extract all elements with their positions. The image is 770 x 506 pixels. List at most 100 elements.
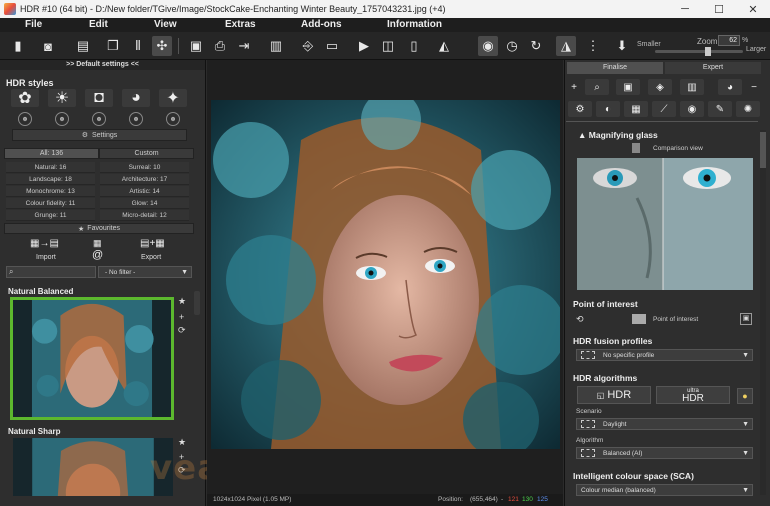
category-surreal[interactable]: Surreal: 10 [100,162,189,173]
default-settings-header[interactable]: >> Default settings << [0,60,205,70]
minimize-button[interactable]: ─ [668,0,702,18]
style-sparkle-icon[interactable]: ✦ [159,89,187,107]
category-monochrome[interactable]: Monochrome: 13 [6,186,95,197]
hdr-button[interactable]: ◱ HDR [577,386,651,404]
zoom-slider[interactable] [655,47,743,56]
image-canvas[interactable] [207,60,563,506]
menu-file[interactable]: File [25,19,42,30]
crop-icon[interactable]: ▥ [680,79,704,95]
play-icon[interactable]: ▶ [354,36,374,56]
redo-icon[interactable]: ↻ [526,36,546,56]
style-natural-icon[interactable]: ✿ [11,89,39,107]
style-sun-icon[interactable]: ☀ [48,89,76,107]
hue-icon[interactable]: ◉ [680,101,704,117]
magnifying-glass-title[interactable]: ▲ Magnifying glass [578,130,658,140]
user-icon[interactable]: ☻ [166,112,180,126]
batch-icon[interactable]: ▥ [266,36,286,56]
zoom-input[interactable]: 62 [718,35,740,46]
contrast-icon[interactable]: ◐ [596,101,620,117]
fusion-profile-dropdown[interactable]: No specific profile ▼ [576,349,753,361]
export-icon[interactable]: ▤+▦ [140,238,165,249]
maximize-button[interactable]: ☐ [702,0,736,18]
scenario-dropdown[interactable]: Daylight ▼ [576,418,753,430]
remove-icon[interactable]: − [748,79,760,95]
style-palette-icon[interactable]: ◕ [122,89,150,107]
import-label[interactable]: Import [36,254,56,261]
category-architecture[interactable]: Architecture: 17 [100,174,189,185]
favourite-star-icon[interactable]: ★ [178,437,186,448]
open-icon[interactable]: ◙ [38,36,58,56]
favourite-star-icon[interactable]: ★ [178,296,186,307]
at-icon[interactable]: @ [92,249,103,261]
favourites-button[interactable]: ★ Favourites [4,223,194,234]
pen-icon[interactable]: ✎ [708,101,732,117]
main-image[interactable] [211,100,560,449]
eye-icon[interactable]: ◉ [478,36,498,56]
export-label[interactable]: Export [141,254,161,261]
poi-checkbox[interactable] [632,314,646,324]
category-landscape[interactable]: Landscape: 18 [6,174,95,185]
print-icon[interactable]: ⎙ [210,36,230,56]
algorithm-dropdown[interactable]: Balanced (AI) ▼ [576,447,753,459]
filter-dropdown[interactable]: - No filter - ▼ [98,266,192,278]
mirror-icon[interactable]: ◮ [556,36,576,56]
settings-button[interactable]: ⚙ Settings [12,129,187,141]
menu-view[interactable]: View [154,19,177,30]
preset-thumbnail[interactable] [13,438,173,496]
slideshow-icon[interactable]: ▭ [322,36,342,56]
settings-icon[interactable]: ⚙ [568,101,592,117]
preset-thumbnail-selected[interactable] [10,297,174,420]
clock-icon[interactable]: ◷ [502,36,522,56]
tab-all[interactable]: All: 136 [4,148,99,159]
category-grunge[interactable]: Grunge: 11 [6,210,95,221]
layers-icon[interactable]: ❐ [103,36,123,56]
hdr-tool-icon[interactable]: ✣ [152,36,172,56]
layers-icon[interactable]: ◈ [648,79,672,95]
zoom-slider-handle[interactable] [705,47,711,56]
menu-information[interactable]: Information [387,19,442,30]
publish-icon[interactable]: ⎆ [298,36,318,56]
search-field[interactable]: ⌕ [6,266,96,278]
right-scrollbar-track[interactable] [760,130,766,495]
refresh-icon[interactable]: ⟲ [576,314,584,325]
color-wheel-icon[interactable]: ◕ [718,79,742,95]
comparison-toggle[interactable] [632,143,640,153]
document-icon[interactable]: ▤ [73,36,93,56]
menu-edit[interactable]: Edit [89,19,108,30]
noise-icon[interactable]: ▦ [624,101,648,117]
user-icon[interactable]: ☻ [129,112,143,126]
refresh-icon[interactable]: ⟳ [178,325,186,336]
add-icon[interactable]: + [568,79,580,95]
split-icon[interactable]: ▯ [404,36,424,56]
magnifier-preview[interactable] [577,158,753,290]
save-icon[interactable]: ▣ [186,36,206,56]
ultra-hdr-button[interactable]: ultra HDR [656,386,730,404]
zoom-fit-icon[interactable]: ⬇ [612,36,632,56]
menu-addons[interactable]: Add-ons [301,19,342,30]
right-scrollbar-thumb[interactable] [760,132,766,168]
category-artistic[interactable]: Artistic: 14 [100,186,189,197]
category-natural[interactable]: Natural: 16 [6,162,95,173]
import-icon[interactable]: ▦→▤ [30,238,59,249]
adjust-icon[interactable]: ⫴ [128,36,148,56]
style-camera-icon[interactable]: ◘ [85,89,113,107]
poi-settings-icon[interactable]: ▣ [740,313,752,325]
tab-expert[interactable]: Expert [665,62,761,74]
brush-icon[interactable]: ⟋ [652,101,676,117]
compare-icon[interactable]: ◫ [378,36,398,56]
new-document-icon[interactable]: ▮ [8,36,28,56]
email-icon[interactable]: ▦ [93,238,102,249]
category-micro-detail[interactable]: Micro-detail: 12 [100,210,189,221]
category-glow[interactable]: Glow: 14 [100,198,189,209]
magnifier-icon[interactable]: ⌕ [585,79,609,95]
tab-finalise[interactable]: Finalise [567,62,663,74]
export-icon[interactable]: ⇥ [234,36,254,56]
user-icon[interactable]: ☻ [55,112,69,126]
close-button[interactable]: ✕ [736,0,770,18]
more-icon[interactable]: ⋮ [583,36,603,56]
lens-icon[interactable]: ✺ [736,101,760,117]
sca-dropdown[interactable]: Colour median (balanced) ▼ [576,484,753,496]
menu-extras[interactable]: Extras [225,19,256,30]
user-icon[interactable]: ☻ [18,112,32,126]
lightbulb-icon[interactable]: ● [737,388,753,404]
